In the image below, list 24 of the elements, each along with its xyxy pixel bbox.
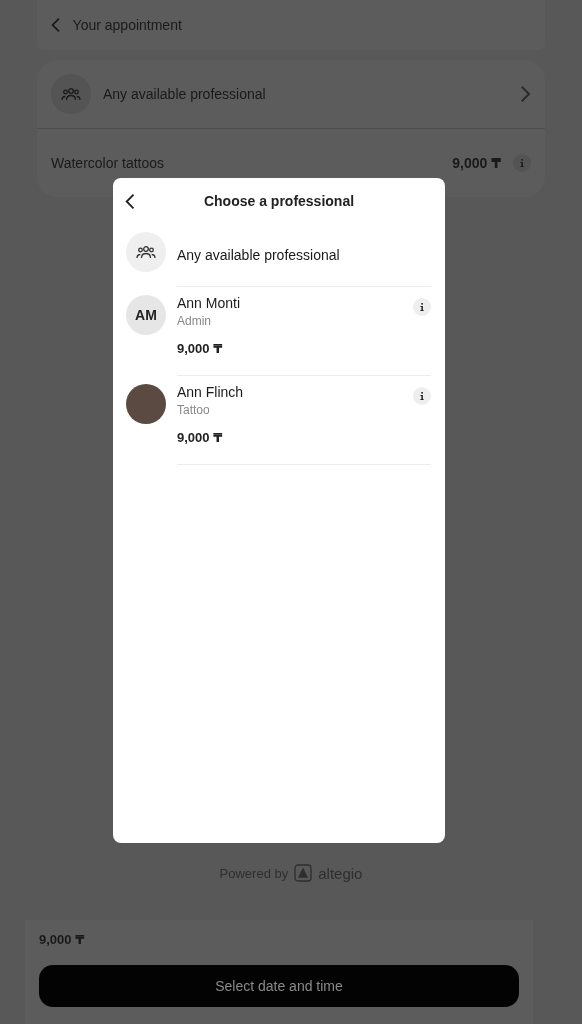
photo-placeholder <box>126 384 166 424</box>
professional-name: Ann Monti <box>177 295 242 311</box>
people-icon <box>136 244 156 260</box>
service-name: Watercolor tattoos <box>51 155 165 171</box>
professional-item[interactable]: AM Ann Monti Admin 9,000 ₸ <box>113 287 445 376</box>
professional-role: Tattoo <box>177 403 211 417</box>
dialog-title: Choose a professional <box>203 193 355 209</box>
logo-icon <box>294 864 313 882</box>
professional-item[interactable]: Ann Flinch Tattoo 9,000 ₸ <box>113 376 445 465</box>
info-icon[interactable] <box>413 387 431 405</box>
service-price: 9,000 ₸ <box>452 155 501 171</box>
back-icon[interactable] <box>125 192 136 210</box>
select-date-button[interactable]: Select date and time <box>39 965 519 1007</box>
people-icon <box>61 86 81 102</box>
professional-role: Admin <box>177 314 212 328</box>
info-icon[interactable] <box>413 298 431 316</box>
option-label: Any available professional <box>177 247 340 263</box>
avatar: AM <box>126 295 166 335</box>
professional-name: Ann Flinch <box>177 384 245 400</box>
list-item[interactable]: Any available professional <box>113 224 445 287</box>
page-title: Your appointment <box>72 17 182 33</box>
total-price: 9,000 ₸ <box>39 932 86 947</box>
professional-price: 9,000 ₸ <box>177 341 224 356</box>
professional-price: 9,000 ₸ <box>177 430 224 445</box>
